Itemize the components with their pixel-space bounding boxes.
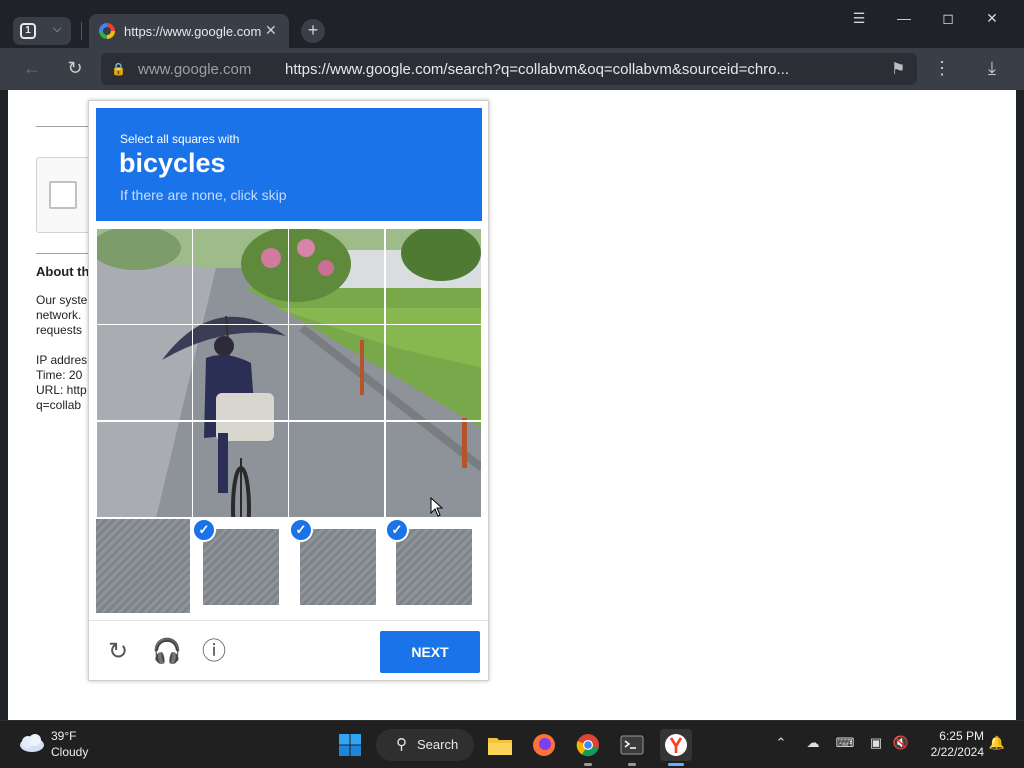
search-label: Search (417, 737, 459, 752)
info-line: URL: http (36, 383, 87, 397)
new-tab-button[interactable]: + (301, 19, 325, 43)
search-icon: ⚲ (396, 736, 407, 753)
captcha-tile-selected[interactable]: ✓ (385, 518, 482, 615)
captcha-image-grid (96, 228, 482, 518)
recaptcha-checkbox[interactable] (49, 181, 77, 209)
captcha-tile[interactable] (96, 228, 193, 325)
network-icon[interactable]: ▣ (866, 735, 886, 751)
divider (36, 253, 96, 254)
folder-icon (488, 738, 512, 755)
reload-icon[interactable]: ↻ (63, 58, 87, 79)
captcha-target: bicycles (119, 148, 226, 178)
audio-challenge-icon[interactable]: 🎧 (152, 638, 182, 666)
info-line: requests (36, 323, 83, 337)
onedrive-icon[interactable]: ☁ (803, 735, 823, 751)
clock-time[interactable]: 6:25 PM (930, 729, 984, 743)
info-line: Our syste (36, 293, 88, 307)
more-options-icon[interactable]: ⋮ (930, 58, 954, 79)
keyboard-icon[interactable]: ⌨ (835, 735, 855, 751)
google-favicon-icon (99, 23, 115, 39)
tile-image (300, 529, 376, 605)
minimize-icon[interactable]: — (892, 10, 916, 26)
menu-icon[interactable]: ☰ (847, 10, 871, 27)
bookmark-icon[interactable]: ⚑ (891, 59, 905, 79)
captcha-header: Select all squares with bicycles If ther… (96, 108, 482, 221)
captcha-tile[interactable] (96, 324, 193, 421)
captcha-tile[interactable] (385, 228, 482, 325)
captcha-tile[interactable] (288, 228, 385, 325)
notification-bell-icon[interactable]: 🔔 (987, 735, 1007, 751)
active-indicator (668, 763, 684, 766)
captcha-tile[interactable] (96, 519, 190, 613)
yandex-browser-icon (665, 734, 687, 756)
tab-separator (81, 22, 82, 40)
close-window-icon[interactable]: ✕ (980, 10, 1004, 27)
terminal-icon (620, 735, 644, 755)
yandex-browser-button[interactable] (660, 729, 692, 761)
weather-temperature[interactable]: 39°F (51, 729, 76, 743)
info-icon[interactable]: ⓘ (200, 638, 228, 666)
captcha-instruction: Select all squares with (120, 132, 240, 146)
info-line: IP addres (36, 353, 88, 367)
taskbar-search[interactable]: ⚲ Search (376, 729, 474, 761)
captcha-tile[interactable] (288, 324, 385, 421)
running-indicator (584, 763, 592, 766)
start-button[interactable] (334, 729, 366, 761)
cloud-icon (20, 734, 44, 752)
firefox-icon (533, 734, 555, 756)
tab-count: 1 (20, 23, 36, 39)
checkmark-icon: ✓ (192, 518, 216, 542)
captcha-hint: If there are none, click skip (120, 187, 287, 203)
captcha-tile[interactable] (96, 421, 193, 518)
captcha-tile[interactable] (192, 421, 289, 518)
checkmark-icon: ✓ (289, 518, 313, 542)
info-line: Time: 20 (36, 368, 83, 382)
running-indicator (628, 763, 636, 766)
divider (36, 126, 96, 127)
reload-challenge-icon[interactable]: ↻ (104, 638, 132, 666)
chevron-up-icon[interactable]: ⌃ (771, 735, 791, 751)
weather-condition[interactable]: Cloudy (51, 745, 88, 759)
terminal-button[interactable] (616, 729, 648, 761)
next-button[interactable]: NEXT (380, 631, 480, 673)
omnibox-url[interactable]: https://www.google.com/search?q=collabvm… (285, 61, 845, 78)
firefox-button[interactable] (528, 729, 560, 761)
tab-switcher-button[interactable]: 1 ⌵ (13, 17, 71, 45)
file-explorer-button[interactable] (484, 729, 516, 761)
captcha-tile[interactable] (288, 421, 385, 518)
checkmark-icon: ✓ (385, 518, 409, 542)
captcha-tile[interactable] (192, 324, 289, 421)
captcha-footer: ↻ 🎧 ⓘ NEXT (89, 620, 488, 681)
clock-date[interactable]: 2/22/2024 (918, 745, 984, 759)
windows-logo-icon (339, 734, 361, 756)
chrome-icon (576, 734, 599, 757)
tile-image (203, 529, 279, 605)
tile-image (396, 529, 472, 605)
browser-tab-bar: 1 ⌵ https://www.google.com ✕ + ☰ — ◻ ✕ (0, 0, 1024, 48)
captcha-tile-selected[interactable]: ✓ (289, 518, 386, 615)
chrome-button[interactable] (572, 729, 604, 761)
volume-muted-icon[interactable]: 🔇 (891, 735, 911, 751)
recaptcha-widget (36, 157, 96, 233)
tab-close-icon[interactable]: ✕ (265, 22, 277, 39)
omnibox-domain: www.google.com (138, 61, 252, 78)
captcha-tile-selected[interactable]: ✓ (192, 518, 289, 615)
download-icon[interactable]: ⤓ (980, 58, 1004, 79)
captcha-challenge-dialog: Select all squares with bicycles If ther… (88, 100, 489, 681)
captcha-tile[interactable] (192, 228, 289, 325)
about-heading: About th (36, 264, 90, 279)
browser-toolbar: ← ↻ 🔒 www.google.com https://www.google.… (0, 48, 1024, 90)
address-bar[interactable]: 🔒 www.google.com https://www.google.com/… (101, 53, 917, 85)
back-arrow-icon[interactable]: ← (20, 58, 44, 79)
maximize-icon[interactable]: ◻ (936, 10, 960, 27)
lock-icon: 🔒 (111, 62, 126, 76)
windows-taskbar: 39°F Cloudy ⚲ Search ⌃ ☁ ⌨ ▣ 🔇 6:25 PM 2… (0, 720, 1024, 768)
captcha-tile[interactable] (385, 324, 482, 421)
tab-title: https://www.google.com (124, 24, 262, 39)
chevron-down-icon: ⌵ (53, 23, 62, 35)
mouse-cursor-icon (430, 497, 444, 517)
tab-active[interactable]: https://www.google.com ✕ (89, 14, 289, 48)
info-line: network. (36, 308, 82, 322)
info-line: q=collab (36, 398, 82, 412)
